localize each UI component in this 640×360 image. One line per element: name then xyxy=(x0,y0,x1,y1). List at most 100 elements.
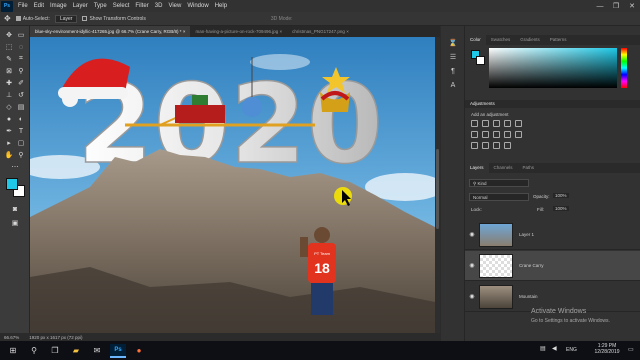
composite-image[interactable]: 2020 18 PT Team xyxy=(30,37,435,333)
language-indicator[interactable]: ENG xyxy=(566,347,577,353)
zoom-level[interactable]: 66.67% xyxy=(4,335,19,340)
menu-3d[interactable]: 3D xyxy=(152,3,166,9)
history-brush-icon[interactable]: ↺ xyxy=(16,90,26,100)
history-panel-icon[interactable]: ⌛ xyxy=(448,38,458,48)
vibrance-icon[interactable] xyxy=(515,120,522,127)
tab-document-sky[interactable]: blue-sky-environment-idyllic-417265.jpg … xyxy=(30,26,191,37)
exposure-icon[interactable] xyxy=(504,120,511,127)
layer-name[interactable]: Mountain xyxy=(519,294,538,299)
start-windows-icon[interactable]: ⊞ xyxy=(5,344,21,358)
photoshop-logo[interactable]: Ps xyxy=(1,0,13,12)
photo-filter-icon[interactable] xyxy=(504,131,511,138)
gradient-tool-icon[interactable]: ▤ xyxy=(16,102,26,112)
blur-tool-icon[interactable]: ● xyxy=(4,114,14,124)
quick-select-icon[interactable]: ✎ xyxy=(4,54,14,64)
menu-type[interactable]: Type xyxy=(91,3,110,9)
canvas-area[interactable]: 2020 18 PT Team xyxy=(30,37,440,333)
layer-name[interactable]: Crane Carry xyxy=(519,263,544,268)
color-balance-icon[interactable] xyxy=(482,131,489,138)
search-icon[interactable]: ⚲ xyxy=(26,344,42,358)
more-tools-icon[interactable]: ⋯ xyxy=(10,162,20,172)
background-swatch-small[interactable] xyxy=(476,56,485,65)
tab-document-christmas[interactable]: christmas_PNG17247.png × xyxy=(287,26,354,37)
eye-icon[interactable]: ◉ xyxy=(465,293,479,300)
menu-image[interactable]: Image xyxy=(47,3,70,9)
minimize-button[interactable]: — xyxy=(592,0,608,12)
invert-icon[interactable] xyxy=(471,142,478,149)
vertical-scrollbar[interactable] xyxy=(435,37,440,333)
posterize-icon[interactable] xyxy=(482,142,489,149)
properties-panel-icon[interactable]: ☰ xyxy=(448,52,458,62)
foreground-color-swatch[interactable] xyxy=(6,178,18,190)
auto-select-dropdown[interactable]: Layer xyxy=(54,14,78,23)
close-button[interactable]: ✕ xyxy=(624,0,640,12)
channel-mixer-icon[interactable] xyxy=(515,131,522,138)
tab-close-icon[interactable]: × xyxy=(280,29,283,34)
character-panel-icon[interactable]: A xyxy=(448,80,458,90)
zoom-tool-icon[interactable]: ⚲ xyxy=(16,150,26,160)
menu-layer[interactable]: Layer xyxy=(70,3,91,9)
blend-mode-dropdown[interactable]: Normal xyxy=(469,193,529,201)
tab-layers[interactable]: Layers xyxy=(465,163,489,173)
layer-row[interactable]: ◉ Layer 1 xyxy=(465,220,640,250)
threshold-icon[interactable] xyxy=(493,142,500,149)
maximize-button[interactable]: ❐ xyxy=(608,0,624,12)
dodge-tool-icon[interactable]: ◐ xyxy=(16,114,26,124)
screen-mode-icon[interactable]: ▣ xyxy=(10,218,20,228)
menu-help[interactable]: Help xyxy=(212,3,230,9)
brightness-icon[interactable] xyxy=(471,120,478,127)
quick-mask-icon[interactable]: ◙ xyxy=(10,204,20,214)
file-explorer-icon[interactable]: ▰ xyxy=(68,344,84,358)
tab-close-icon[interactable]: × xyxy=(346,29,349,34)
layer-name[interactable]: Layer 1 xyxy=(519,232,534,237)
firefox-icon[interactable]: ● xyxy=(131,344,147,358)
layer-row[interactable]: ◉ Crane Carry xyxy=(465,251,640,281)
menu-view[interactable]: View xyxy=(165,3,184,9)
tab-document-man[interactable]: man-having-a-picture-on-rock-709496.jpg … xyxy=(190,26,287,37)
clock[interactable]: 1:29 PM 12/28/2019 xyxy=(590,343,624,355)
tab-close-icon[interactable]: × xyxy=(183,29,186,34)
menu-select[interactable]: Select xyxy=(110,3,133,9)
tab-color[interactable]: Color xyxy=(465,35,486,45)
move-tool-icon[interactable]: ✥ xyxy=(4,14,11,23)
gradient-map-icon[interactable] xyxy=(504,142,511,149)
levels-icon[interactable] xyxy=(482,120,489,127)
tab-gradients[interactable]: Gradients xyxy=(515,35,545,45)
tab-channels[interactable]: Channels xyxy=(489,163,518,173)
eyedropper-icon[interactable]: ⚲ xyxy=(16,66,26,76)
network-icon[interactable]: ▤ xyxy=(540,345,546,352)
curves-icon[interactable] xyxy=(493,120,500,127)
tab-paths[interactable]: Paths xyxy=(518,163,540,173)
task-view-icon[interactable]: ❐ xyxy=(47,344,63,358)
brush-tool-icon[interactable]: ✐ xyxy=(16,78,26,88)
tab-patterns[interactable]: Patterns xyxy=(545,35,572,45)
hand-tool-icon[interactable]: ✋ xyxy=(4,150,14,160)
auto-select-checkbox[interactable]: Auto-Select: xyxy=(15,16,50,22)
path-select-icon[interactable]: ▸ xyxy=(4,138,14,148)
menu-filter[interactable]: Filter xyxy=(132,3,151,9)
marquee-tool-icon[interactable]: ⬚ xyxy=(4,42,14,52)
layer-filter-dropdown[interactable]: ⚲ Kind xyxy=(469,179,529,187)
volume-icon[interactable]: ◀ xyxy=(552,345,557,352)
eye-icon[interactable]: ◉ xyxy=(465,231,479,238)
hue-saturation-icon[interactable] xyxy=(471,131,478,138)
mail-icon[interactable]: ✉ xyxy=(89,344,105,358)
menu-window[interactable]: Window xyxy=(184,3,211,9)
color-picker-field[interactable] xyxy=(489,48,617,88)
healing-brush-icon[interactable]: ✚ xyxy=(4,78,14,88)
black-white-icon[interactable] xyxy=(493,131,500,138)
lasso-tool-icon[interactable]: ◌ xyxy=(16,42,26,52)
hue-slider[interactable] xyxy=(621,48,627,88)
shape-tool-icon[interactable]: ▢ xyxy=(16,138,26,148)
photoshop-taskbar-icon[interactable]: Ps xyxy=(110,343,126,358)
fill-field[interactable]: 100% xyxy=(553,206,569,211)
menu-edit[interactable]: Edit xyxy=(31,3,47,9)
eye-icon[interactable]: ◉ xyxy=(465,262,479,269)
paragraph-panel-icon[interactable]: ¶ xyxy=(448,66,458,76)
clone-stamp-icon[interactable]: ⊥ xyxy=(4,90,14,100)
scrollbar-thumb[interactable] xyxy=(436,149,439,229)
frame-tool-icon[interactable]: ⊠ xyxy=(4,66,14,76)
crop-tool-icon[interactable]: ⌗ xyxy=(16,54,26,64)
artboard-tool-icon[interactable]: ▭ xyxy=(16,30,26,40)
notifications-icon[interactable]: ▭ xyxy=(628,346,634,353)
